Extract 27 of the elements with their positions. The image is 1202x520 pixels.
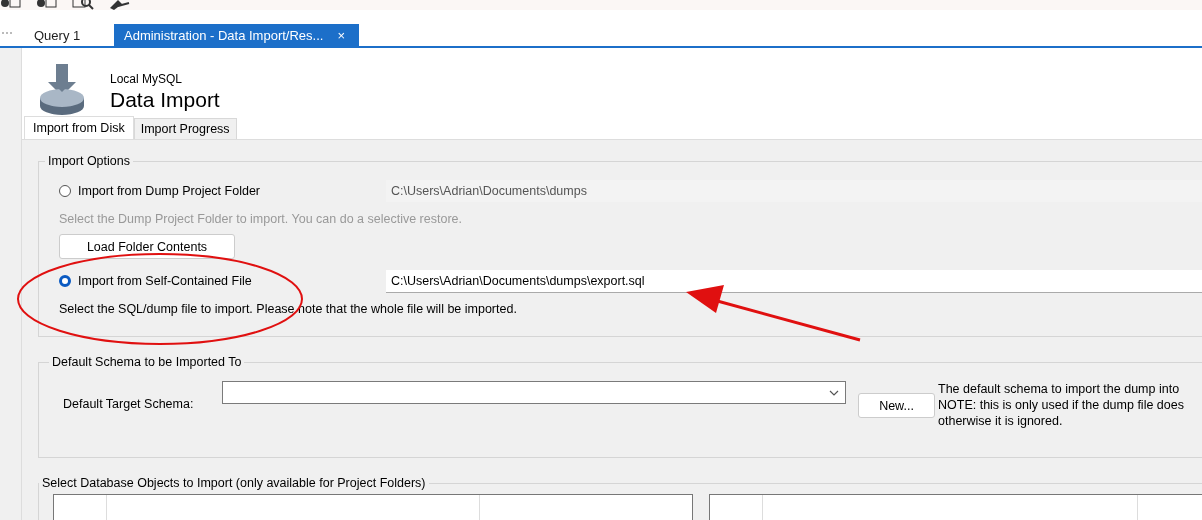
note-text: The default schema to import the dump into <box>938 381 1181 397</box>
page-tab[interactable]: Import from Disk <box>24 116 134 139</box>
page-title: Data Import <box>110 88 220 112</box>
database-import-icon <box>38 62 86 116</box>
group-title: Default Schema to be Imported To <box>51 355 243 369</box>
path-field[interactable]: C:\Users\Adrian\Documents\dumps\export.sql <box>386 269 1202 293</box>
close-icon[interactable]: × <box>337 27 345 43</box>
radio-button[interactable]: Import from Dump Project Folder <box>59 184 386 198</box>
load-folder-button[interactable]: Load Folder Contents <box>59 234 235 259</box>
search-icon[interactable] <box>72 0 94 10</box>
note-text: otherwise it is ignored. <box>938 413 1064 429</box>
field-label: Default Target Schema: <box>63 397 195 411</box>
caret-icon <box>829 389 839 396</box>
group-title: Select Database Objects to Import (only available for Project Folders) <box>41 476 427 490</box>
schema-dropdown[interactable] <box>222 381 846 404</box>
hint-text: Select the SQL/dump file to import. Please note that the whole file will be imported. <box>59 302 518 318</box>
document-tab[interactable]: Administration - Data Import/Res... × <box>114 24 359 46</box>
radio-button[interactable]: Import from Self-Contained File <box>59 274 386 288</box>
radio-circle[interactable] <box>59 185 71 197</box>
connection-name: Local MySQL <box>110 72 184 86</box>
group-title: Import Options <box>47 154 131 168</box>
note-text: NOTE: this is only used if the dump file does <box>938 397 1184 413</box>
hint-text: Select the Dump Project Folder to import. You can do a selective restore. <box>59 212 463 228</box>
document-tab[interactable]: Query 1 <box>24 24 114 46</box>
page-tab[interactable]: Import Progress <box>133 118 237 139</box>
radio-circle[interactable] <box>59 275 71 287</box>
new-schema-button[interactable]: New... <box>858 393 935 418</box>
